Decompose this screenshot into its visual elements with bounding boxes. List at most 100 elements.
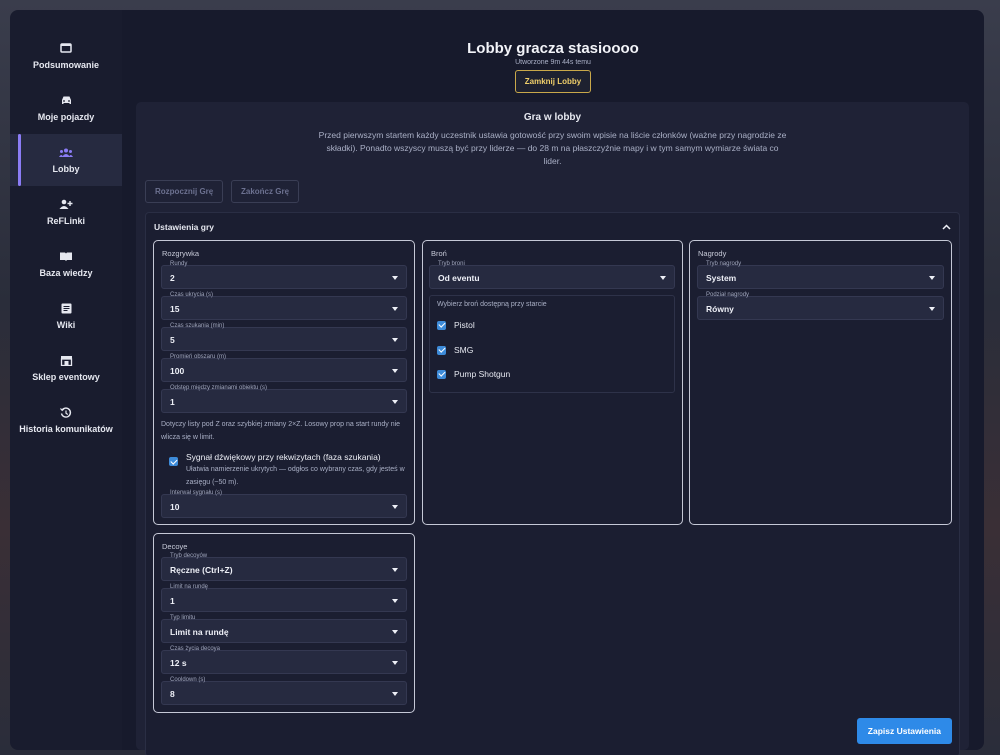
object-change-select[interactable]: Odstęp między zmianami obiektu (s) 1	[161, 385, 407, 413]
field-label: Tryb nagrody	[706, 261, 742, 267]
sidebar-item-label: Sklep eventowy	[32, 371, 100, 382]
field-value: 1	[170, 596, 175, 606]
sound-signal-label: Sygnał dźwiękowy przy rekwizytach (faza …	[186, 452, 381, 462]
sound-signal-desc: Ułatwia namierzenie ukrytych — odgłos co…	[186, 466, 405, 486]
checkbox[interactable]	[437, 345, 446, 355]
sidebar-item-podsumowanie[interactable]: Podsumowanie	[10, 30, 122, 82]
dropdown-arrow-icon	[392, 568, 398, 572]
sidebar-item-pojazdy[interactable]: Moje pojazdy	[10, 82, 122, 134]
decoys-panel: Decoye Tryb decoyów Ręczne (Ctrl+Z) Limit…	[153, 533, 415, 713]
sidebar-item-label: Wiki	[56, 319, 76, 330]
sidebar: Podsumowanie Moje pojazdy Lobby ReFLinki…	[10, 10, 122, 750]
book-icon	[59, 251, 73, 263]
search-time-select[interactable]: Czas szukania (min) 5	[161, 323, 407, 351]
weapon-item-shotgun[interactable]: Pump Shotgun	[437, 369, 510, 379]
sidebar-item-label: Moje pojazdy	[37, 111, 95, 122]
dropdown-arrow-icon	[929, 307, 935, 311]
cooldown-select[interactable]: Cooldown (s) 8	[161, 677, 407, 705]
dropdown-arrow-icon	[929, 276, 935, 280]
history-icon	[59, 406, 73, 419]
field-label: Interwał sygnału (s)	[170, 490, 223, 496]
dropdown-arrow-icon	[392, 369, 398, 373]
decoy-mode-select[interactable]: Tryb decoyów Ręczne (Ctrl+Z)	[161, 553, 407, 581]
signal-interval-select[interactable]: Interwał sygnału (s) 10	[161, 490, 407, 518]
reward-mode-select[interactable]: Tryb nagrody System	[697, 261, 944, 289]
field-label: Tryb decoyów	[170, 553, 208, 559]
main-content: Lobby gracza stasioooo Utworzone 9m 44s …	[122, 10, 984, 755]
field-value: Równy	[706, 304, 734, 314]
sidebar-item-wiki[interactable]: Wiki	[10, 290, 122, 342]
field-value: 8	[170, 689, 175, 699]
field-value: Limit na rundę	[170, 627, 229, 637]
weapon-item-pistol[interactable]: Pistol	[437, 320, 475, 330]
chevron-up-icon[interactable]	[942, 222, 951, 233]
field-value: 1	[170, 397, 175, 407]
field-value: System	[706, 273, 737, 283]
weapon-label: Pump Shotgun	[454, 369, 511, 379]
save-settings-button[interactable]: Zapisz Ustawienia	[856, 718, 952, 744]
radius-select[interactable]: Promień obszaru (m) 100	[161, 354, 407, 382]
sidebar-item-label: Lobby	[52, 163, 80, 174]
dropdown-arrow-icon	[392, 692, 398, 696]
field-label: Czas ukrycia (s)	[170, 292, 214, 298]
field-label: Odstęp między zmianami obiektu (s)	[170, 385, 268, 391]
field-label: Cooldown (s)	[170, 677, 206, 683]
dropdown-arrow-icon	[392, 505, 398, 509]
field-value: 12 s	[170, 658, 187, 668]
settings-section: Ustawienia gry Rozgrywka Rundy 2 Czas ukr…	[145, 212, 960, 755]
field-label: Typ limitu	[170, 615, 196, 621]
game-description: Przed pierwszym startem każdy uczestnik …	[318, 130, 787, 166]
page-title: Lobby gracza stasioooo	[467, 40, 639, 57]
dropdown-arrow-icon	[392, 338, 398, 342]
rewards-panel: Nagrody Tryb nagrody System Podział nagro…	[689, 240, 952, 525]
monitor-icon	[59, 43, 73, 55]
checkbox[interactable]	[437, 369, 446, 379]
reward-split-select[interactable]: Podział nagrody Równy	[697, 292, 944, 320]
decoy-lifetime-select[interactable]: Czas życia decoya 12 s	[161, 646, 407, 674]
field-value: 15	[170, 304, 180, 314]
game-card: Gra w lobby Przed pierwszym startem każd…	[136, 102, 969, 755]
field-value: Od eventu	[438, 273, 480, 283]
sidebar-item-reflinki[interactable]: ReFLinki	[10, 186, 122, 238]
weapon-mode-select[interactable]: Tryb broni Od eventu	[429, 261, 675, 289]
weapon-label: SMG	[454, 345, 474, 355]
limit-type-select[interactable]: Typ limitu Limit na rundę	[161, 615, 407, 643]
gameplay-panel: Rozgrywka Rundy 2 Czas ukrycia (s) 15 Czas…	[153, 240, 415, 525]
game-title: Gra w lobby	[523, 112, 582, 123]
field-value: 5	[170, 335, 175, 345]
created-timestamp: Utworzone 9m 44s temu	[515, 59, 591, 66]
store-icon	[59, 355, 73, 367]
sidebar-item-historia[interactable]: Historia komunikatów	[10, 394, 122, 446]
decoys-title: Decoye	[162, 542, 188, 551]
weapon-label: Pistol	[454, 320, 475, 330]
limit-note: Dotyczy listy pod Z oraz szybkiej zmiany…	[161, 421, 401, 441]
field-value: 2	[170, 273, 175, 283]
hide-time-select[interactable]: Czas ukrycia (s) 15	[161, 292, 407, 320]
sidebar-item-label: Podsumowanie	[32, 59, 99, 70]
sidebar-item-lobby[interactable]: Lobby	[10, 134, 122, 186]
weapon-picker: Wybierz broń dostępną przy starcie Pisto…	[429, 295, 675, 393]
dropdown-arrow-icon	[392, 661, 398, 665]
rewards-title: Nagrody	[698, 249, 727, 258]
sidebar-item-label: Baza wiedzy	[39, 267, 93, 278]
decoy-limit-select[interactable]: Limit na rundę 1	[161, 584, 407, 612]
start-game-button[interactable]: Rozpocznij Grę	[145, 180, 224, 203]
field-label: Podział nagrody	[706, 292, 750, 298]
rounds-select[interactable]: Rundy 2	[161, 261, 407, 289]
sidebar-item-sklep[interactable]: Sklep eventowy	[10, 342, 122, 394]
settings-title: Ustawienia gry	[154, 222, 214, 232]
document-icon	[59, 303, 73, 315]
weapon-picker-label: Wybierz broń dostępną przy starcie	[437, 301, 547, 308]
sidebar-item-baza-wiedzy[interactable]: Baza wiedzy	[10, 238, 122, 290]
close-lobby-button[interactable]: Zamknij Lobby	[514, 70, 592, 93]
checkbox[interactable]	[437, 320, 446, 330]
sound-signal-checkbox[interactable]	[169, 457, 178, 466]
dropdown-arrow-icon	[660, 276, 666, 280]
weapon-item-smg[interactable]: SMG	[437, 345, 473, 355]
field-value: 10	[170, 502, 180, 512]
dropdown-arrow-icon	[392, 599, 398, 603]
end-game-button[interactable]: Zakończ Grę	[231, 180, 300, 203]
sidebar-item-label: ReFLinki	[46, 215, 85, 226]
field-label: Promień obszaru (m)	[170, 354, 227, 360]
car-icon	[59, 95, 73, 107]
